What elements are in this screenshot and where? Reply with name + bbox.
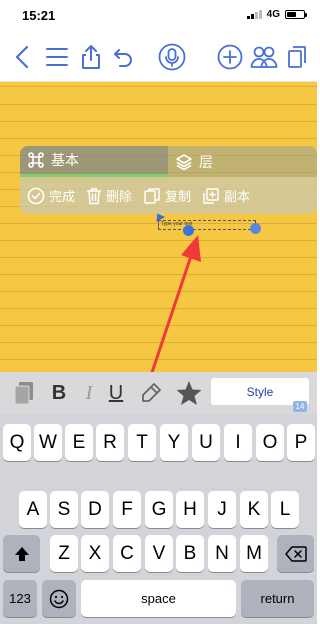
delete-button[interactable]: 删除 bbox=[86, 186, 132, 205]
shift-icon bbox=[14, 546, 29, 561]
chevron-left-icon bbox=[15, 45, 29, 69]
move-handle[interactable] bbox=[183, 225, 194, 236]
status-time: 15:21 bbox=[22, 8, 56, 23]
check-circle-icon bbox=[27, 187, 45, 204]
status-indicators: 4G bbox=[246, 9, 307, 20]
duplicate-button[interactable]: 副本 bbox=[202, 186, 250, 205]
key-a[interactable]: A bbox=[19, 491, 47, 528]
star-icon bbox=[176, 381, 202, 405]
keyboard: Q W E R T Y U I O P A S D F G H J K L Z … bbox=[0, 414, 317, 624]
key-w[interactable]: W bbox=[34, 424, 62, 461]
tab-basic[interactable]: 基本 bbox=[20, 146, 168, 177]
key-e[interactable]: E bbox=[65, 424, 93, 461]
collaborators-button[interactable] bbox=[249, 42, 279, 72]
key-y[interactable]: Y bbox=[160, 424, 188, 461]
format-bar: B I U Style bbox=[0, 372, 317, 414]
done-button[interactable]: 完成 bbox=[27, 186, 75, 205]
back-button[interactable] bbox=[8, 42, 38, 72]
key-o[interactable]: O bbox=[256, 424, 284, 461]
key-j[interactable]: J bbox=[208, 491, 236, 528]
microphone-button[interactable] bbox=[157, 42, 187, 72]
key-c[interactable]: C bbox=[113, 535, 141, 572]
undo-icon bbox=[114, 49, 132, 67]
key-n[interactable]: N bbox=[208, 535, 236, 572]
underline-button[interactable]: U bbox=[101, 378, 131, 408]
duplicate-icon bbox=[203, 187, 219, 204]
key-i[interactable]: I bbox=[224, 424, 252, 461]
share-icon bbox=[82, 45, 100, 69]
layers-icon bbox=[176, 153, 192, 170]
copy-label: 复制 bbox=[165, 189, 192, 204]
numbers-key[interactable]: 123 bbox=[3, 580, 37, 617]
key-s[interactable]: S bbox=[50, 491, 78, 528]
key-t[interactable]: T bbox=[128, 424, 156, 461]
backspace-key[interactable] bbox=[277, 535, 314, 572]
delete-label: 删除 bbox=[106, 189, 133, 204]
copy-icon bbox=[144, 187, 160, 204]
menu-list-icon bbox=[46, 48, 68, 66]
copy-button[interactable]: 复制 bbox=[143, 186, 191, 205]
microphone-icon bbox=[158, 43, 186, 71]
context-menu: 基本 层 完成 删除 复制 副本 bbox=[20, 146, 317, 214]
key-d[interactable]: D bbox=[81, 491, 109, 528]
signal-icon bbox=[246, 10, 262, 19]
status-bar: 15:21 4G bbox=[0, 0, 317, 32]
emoji-key[interactable] bbox=[42, 580, 76, 617]
clipboard-icon bbox=[14, 382, 33, 405]
tab-layer-label: 层 bbox=[199, 153, 213, 170]
key-u[interactable]: U bbox=[192, 424, 220, 461]
italic-button[interactable]: I bbox=[74, 378, 104, 408]
network-label: 4G bbox=[266, 9, 280, 20]
list-button[interactable] bbox=[42, 42, 72, 72]
toolbar bbox=[0, 32, 317, 82]
key-v[interactable]: V bbox=[145, 535, 173, 572]
duplicate-label: 副本 bbox=[224, 189, 251, 204]
favorite-button[interactable] bbox=[174, 378, 204, 408]
key-p[interactable]: P bbox=[287, 424, 315, 461]
battery-icon bbox=[285, 10, 307, 19]
style-badge: 14 bbox=[293, 401, 307, 412]
action-bar: 完成 删除 复制 副本 bbox=[20, 177, 317, 214]
trash-icon bbox=[86, 187, 102, 204]
paste-button[interactable] bbox=[10, 378, 40, 408]
text-object[interactable]: Type your text bbox=[158, 220, 256, 230]
key-x[interactable]: X bbox=[81, 535, 109, 572]
pages-button[interactable] bbox=[282, 42, 312, 72]
shift-key[interactable] bbox=[3, 535, 40, 572]
highlighter-button[interactable] bbox=[136, 378, 166, 408]
bold-button[interactable]: B bbox=[44, 378, 74, 408]
emoji-icon bbox=[49, 589, 69, 608]
key-g[interactable]: G bbox=[145, 491, 173, 528]
undo-button[interactable] bbox=[108, 42, 138, 72]
done-label: 完成 bbox=[49, 189, 76, 204]
key-b[interactable]: B bbox=[176, 535, 204, 572]
key-h[interactable]: H bbox=[176, 491, 204, 528]
key-r[interactable]: R bbox=[96, 424, 124, 461]
key-l[interactable]: L bbox=[271, 491, 299, 528]
highlighter-icon bbox=[142, 383, 161, 402]
pages-icon bbox=[288, 46, 306, 68]
command-icon bbox=[28, 152, 44, 168]
key-m[interactable]: M bbox=[240, 535, 268, 572]
key-f[interactable]: F bbox=[113, 491, 141, 528]
share-button[interactable] bbox=[76, 42, 106, 72]
tab-layer[interactable]: 层 bbox=[168, 146, 317, 177]
key-k[interactable]: K bbox=[240, 491, 268, 528]
space-key[interactable]: space bbox=[81, 580, 236, 617]
rotate-handle[interactable] bbox=[250, 223, 261, 234]
backspace-icon bbox=[284, 545, 307, 562]
key-z[interactable]: Z bbox=[50, 535, 78, 572]
return-key[interactable]: return bbox=[241, 580, 314, 617]
key-q[interactable]: Q bbox=[3, 424, 31, 461]
plus-circle-icon bbox=[217, 44, 243, 70]
add-button[interactable] bbox=[215, 42, 245, 72]
users-icon bbox=[250, 46, 278, 68]
tab-basic-label: 基本 bbox=[51, 152, 79, 168]
